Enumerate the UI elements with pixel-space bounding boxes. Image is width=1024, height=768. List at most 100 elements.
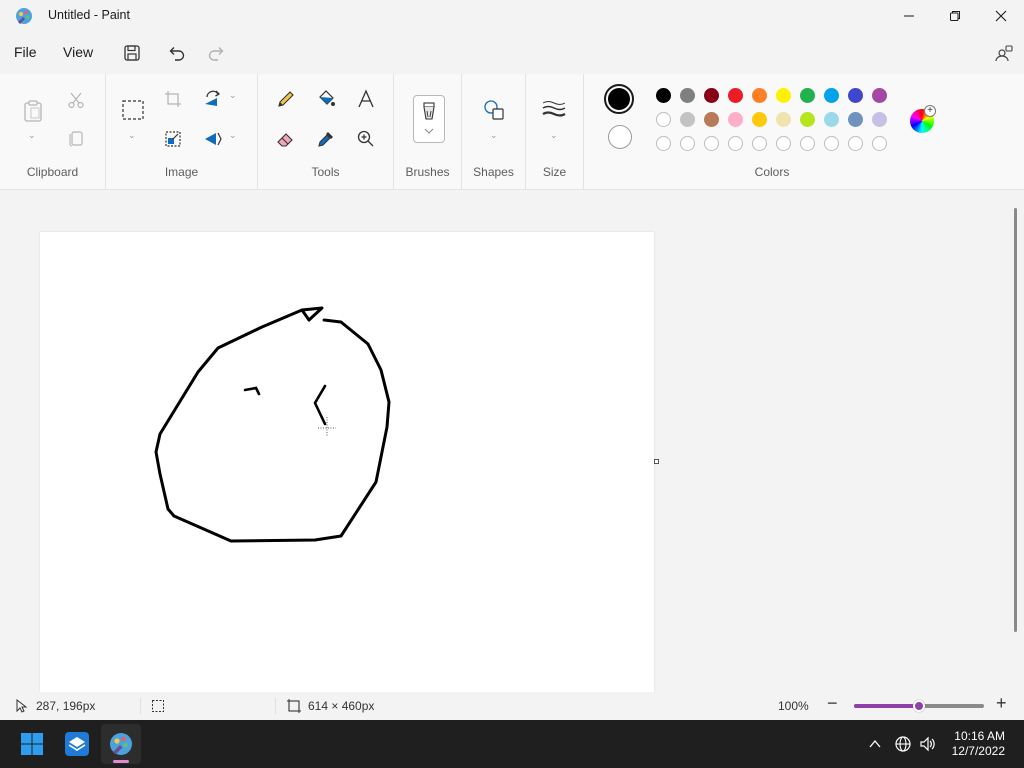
crop-icon bbox=[165, 91, 181, 107]
custom-color-slot[interactable] bbox=[704, 136, 719, 151]
zoom-level[interactable]: 100% bbox=[778, 699, 809, 713]
custom-color-slot[interactable] bbox=[872, 136, 887, 151]
cut-button[interactable] bbox=[64, 88, 88, 112]
size-chevron-icon[interactable]: ⌄ bbox=[550, 130, 558, 141]
image-label: Image bbox=[164, 165, 199, 179]
close-button[interactable] bbox=[978, 0, 1024, 32]
brushes-label: Brushes bbox=[405, 165, 450, 179]
add-color-icon: + bbox=[924, 105, 936, 117]
fill-button[interactable] bbox=[314, 87, 338, 111]
taskbar-app-store[interactable] bbox=[57, 724, 97, 764]
primary-color-button[interactable] bbox=[604, 84, 634, 114]
rotate-button[interactable] bbox=[201, 87, 225, 111]
ribbon: ⌄ Clipboard ⌄ ⌄ ⌄ Image Tools Brushes ⌄ … bbox=[0, 74, 1024, 190]
custom-color-slot[interactable] bbox=[776, 136, 791, 151]
redo-button[interactable] bbox=[205, 42, 227, 64]
save-button[interactable] bbox=[121, 42, 143, 64]
brushes-button[interactable] bbox=[413, 95, 445, 143]
secondary-color-button[interactable] bbox=[608, 125, 632, 149]
color-swatch[interactable] bbox=[800, 112, 815, 127]
color-swatch[interactable] bbox=[872, 112, 887, 127]
paste-button[interactable] bbox=[20, 98, 46, 124]
select-chevron-icon[interactable]: ⌄ bbox=[128, 130, 136, 141]
color-swatch[interactable] bbox=[752, 112, 767, 127]
color-swatch[interactable] bbox=[656, 88, 671, 103]
text-icon bbox=[358, 89, 374, 108]
show-hidden-icons-icon[interactable] bbox=[868, 737, 882, 751]
color-swatch[interactable] bbox=[824, 88, 839, 103]
flip-icon bbox=[205, 132, 222, 146]
flip-chevron-icon[interactable]: ⌄ bbox=[229, 130, 237, 141]
pencil-button[interactable] bbox=[274, 87, 298, 111]
text-button[interactable] bbox=[354, 87, 378, 111]
canvas-resize-handle[interactable] bbox=[654, 459, 659, 464]
taskbar-app-paint[interactable] bbox=[101, 724, 141, 764]
undo-button[interactable] bbox=[166, 42, 188, 64]
custom-color-slot[interactable] bbox=[800, 136, 815, 151]
restore-button[interactable] bbox=[932, 0, 978, 32]
redo-icon bbox=[208, 47, 224, 61]
colors-group: + Colors bbox=[584, 74, 964, 190]
custom-color-slot[interactable] bbox=[752, 136, 767, 151]
windows-start-icon bbox=[21, 733, 43, 755]
color-picker-button[interactable] bbox=[314, 127, 338, 151]
magnifier-button[interactable] bbox=[354, 127, 378, 151]
color-swatch[interactable] bbox=[680, 88, 695, 103]
shapes-button[interactable] bbox=[482, 98, 506, 122]
color-swatch[interactable] bbox=[680, 112, 695, 127]
color-swatch[interactable] bbox=[800, 88, 815, 103]
file-menu[interactable]: File bbox=[10, 42, 41, 62]
custom-color-slot[interactable] bbox=[680, 136, 695, 151]
network-icon[interactable] bbox=[894, 735, 912, 753]
drawing-canvas[interactable] bbox=[40, 232, 654, 692]
vertical-scrollbar[interactable] bbox=[1014, 208, 1017, 632]
zoom-in-button[interactable]: + bbox=[996, 693, 1007, 714]
resize-button[interactable] bbox=[161, 127, 185, 151]
eraser-button[interactable] bbox=[274, 127, 298, 151]
color-swatch[interactable] bbox=[776, 112, 791, 127]
size-button[interactable] bbox=[542, 98, 566, 122]
crop-button[interactable] bbox=[161, 87, 185, 111]
primary-color-swatch bbox=[608, 88, 630, 110]
color-swatch[interactable] bbox=[872, 88, 887, 103]
zoom-out-button[interactable]: − bbox=[827, 693, 838, 714]
canvas-size: 614 × 460px bbox=[308, 699, 375, 713]
volume-icon[interactable] bbox=[919, 735, 937, 753]
edit-colors-button[interactable]: + bbox=[910, 105, 936, 133]
close-icon bbox=[995, 10, 1007, 22]
copy-icon bbox=[69, 131, 83, 147]
zoom-slider-fill bbox=[854, 704, 919, 708]
minimize-button[interactable] bbox=[886, 0, 932, 32]
rotate-chevron-icon[interactable]: ⌄ bbox=[229, 90, 237, 101]
system-clock[interactable]: 10:16 AM 12/7/2022 bbox=[952, 729, 1005, 759]
color-swatch[interactable] bbox=[728, 112, 743, 127]
brush-icon bbox=[423, 102, 435, 134]
select-button[interactable] bbox=[120, 97, 146, 123]
custom-color-slot[interactable] bbox=[728, 136, 743, 151]
custom-color-slot[interactable] bbox=[656, 136, 671, 151]
account-button[interactable] bbox=[993, 42, 1015, 64]
color-swatch[interactable] bbox=[824, 112, 839, 127]
zoom-slider-thumb[interactable] bbox=[913, 700, 925, 712]
restore-icon bbox=[950, 11, 960, 21]
color-swatch[interactable] bbox=[728, 88, 743, 103]
drawn-outline-stroke bbox=[154, 308, 391, 543]
color-swatch[interactable] bbox=[848, 88, 863, 103]
start-button[interactable] bbox=[12, 724, 52, 764]
paste-icon bbox=[24, 100, 42, 122]
color-swatch[interactable] bbox=[704, 112, 719, 127]
paste-chevron-icon[interactable]: ⌄ bbox=[28, 130, 36, 141]
clock-date: 12/7/2022 bbox=[951, 744, 1005, 758]
color-swatch[interactable] bbox=[848, 112, 863, 127]
flip-button[interactable] bbox=[201, 127, 225, 151]
custom-color-slot[interactable] bbox=[824, 136, 839, 151]
custom-color-slot[interactable] bbox=[848, 136, 863, 151]
color-swatch[interactable] bbox=[704, 88, 719, 103]
color-swatch[interactable] bbox=[776, 88, 791, 103]
shapes-chevron-icon[interactable]: ⌄ bbox=[490, 130, 498, 141]
view-menu[interactable]: View bbox=[59, 42, 97, 62]
color-swatch[interactable] bbox=[656, 112, 671, 127]
copy-button[interactable] bbox=[64, 126, 88, 150]
color-swatch[interactable] bbox=[752, 88, 767, 103]
zoom-slider[interactable] bbox=[854, 700, 984, 712]
